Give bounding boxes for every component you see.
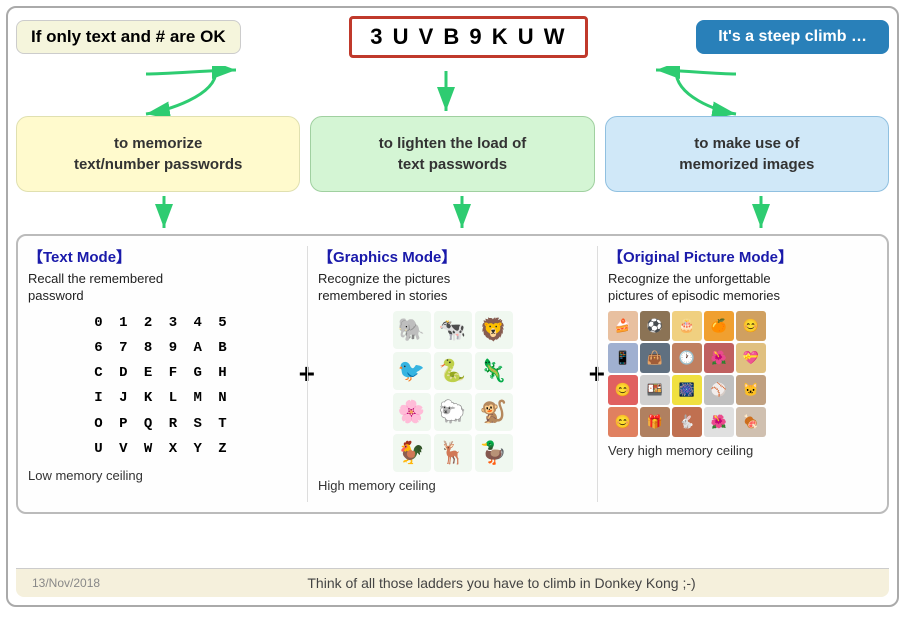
- animal-grid: 🐘 🐄 🦁 🐦 🐍 🦎 🌸 🐑 🐒 🐓 🦌 🦆: [393, 311, 513, 472]
- text-mode-title: 【Text Mode】: [28, 246, 297, 267]
- photo-19: 🌺: [704, 407, 734, 437]
- main-container: If only text and # are OK 3 U V B 9 K U …: [6, 6, 899, 607]
- photo-4: 🍊: [704, 311, 734, 341]
- animal-4: 🐦: [393, 352, 431, 390]
- photo-17: 🎁: [640, 407, 670, 437]
- graphics-mode-desc: Recognize the picturesremembered in stor…: [318, 271, 587, 305]
- middle-row: to memorizetext/number passwords to ligh…: [16, 116, 889, 192]
- text-only-label: If only text and # are OK: [16, 20, 241, 54]
- top-row: If only text and # are OK 3 U V B 9 K U …: [16, 16, 889, 58]
- footer: 13/Nov/2018 Think of all those ladders y…: [16, 568, 889, 597]
- photo-8: 🕐: [672, 343, 702, 373]
- photo-9: 🌺: [704, 343, 734, 373]
- picture-mode-col: 【Original Picture Mode】 Recognize the un…: [597, 246, 877, 502]
- photo-14: ⚾: [704, 375, 734, 405]
- animal-1: 🐘: [393, 311, 431, 349]
- photo-16: 😊: [608, 407, 638, 437]
- bottom-section: 【Text Mode】 Recall the rememberedpasswor…: [16, 234, 889, 514]
- animal-7: 🌸: [393, 393, 431, 431]
- picture-mode-title: 【Original Picture Mode】: [608, 246, 877, 267]
- top-arrows-svg: [16, 66, 905, 116]
- text-mode-col: 【Text Mode】 Recall the rememberedpasswor…: [28, 246, 297, 502]
- animal-11: 🦌: [434, 434, 472, 472]
- bottom-arrows-svg: [16, 194, 905, 232]
- bottom-arrows: [16, 194, 889, 232]
- photo-10: 💝: [736, 343, 766, 373]
- char-grid: 0 1 2 3 4 5 6 7 8 9 A B C D E F G H I J …: [28, 311, 297, 462]
- graphics-mode-purpose: to lighten the load oftext passwords: [310, 116, 594, 192]
- picture-mode-memory: Very high memory ceiling: [608, 443, 877, 458]
- picture-mode-desc: Recognize the unforgettablepictures of e…: [608, 271, 877, 305]
- graphics-mode-title: 【Graphics Mode】: [318, 246, 587, 267]
- animal-5: 🐍: [434, 352, 472, 390]
- graphics-mode-col: 【Graphics Mode】 Recognize the picturesre…: [307, 246, 587, 502]
- photo-13: 🎆: [672, 375, 702, 405]
- photo-1: 🍰: [608, 311, 638, 341]
- animal-10: 🐓: [393, 434, 431, 472]
- animal-9: 🐒: [475, 393, 513, 431]
- graphics-mode-memory: High memory ceiling: [318, 478, 587, 493]
- photo-7: 👜: [640, 343, 670, 373]
- photo-5: 😊: [736, 311, 766, 341]
- photo-12: 🍱: [640, 375, 670, 405]
- text-mode-purpose: to memorizetext/number passwords: [16, 116, 300, 192]
- animal-2: 🐄: [434, 311, 472, 349]
- footer-text: Think of all those ladders you have to c…: [130, 575, 873, 591]
- password-display: 3 U V B 9 K U W: [349, 16, 587, 58]
- photo-6: 📱: [608, 343, 638, 373]
- photo-20: 🍖: [736, 407, 766, 437]
- photo-3: 🎂: [672, 311, 702, 341]
- animal-12: 🦆: [475, 434, 513, 472]
- animal-6: 🦎: [475, 352, 513, 390]
- photo-15: 🐱: [736, 375, 766, 405]
- photo-2: ⚽: [640, 311, 670, 341]
- photo-grid: 🍰 ⚽ 🎂 🍊 😊 📱 👜 🕐 🌺 💝 😊 🍱 🎆 ⚾ 🐱 😊 🎁 🐇 🌺: [608, 311, 877, 437]
- text-mode-memory: Low memory ceiling: [28, 468, 297, 483]
- picture-mode-purpose: to make use ofmemorized images: [605, 116, 889, 192]
- footer-date: 13/Nov/2018: [32, 576, 100, 590]
- animal-8: 🐑: [434, 393, 472, 431]
- photo-11: 😊: [608, 375, 638, 405]
- photo-18: 🐇: [672, 407, 702, 437]
- animal-3: 🦁: [475, 311, 513, 349]
- text-mode-desc: Recall the rememberedpassword: [28, 271, 297, 305]
- top-arrows: [16, 66, 889, 116]
- steep-climb-label: It's a steep climb …: [696, 20, 889, 54]
